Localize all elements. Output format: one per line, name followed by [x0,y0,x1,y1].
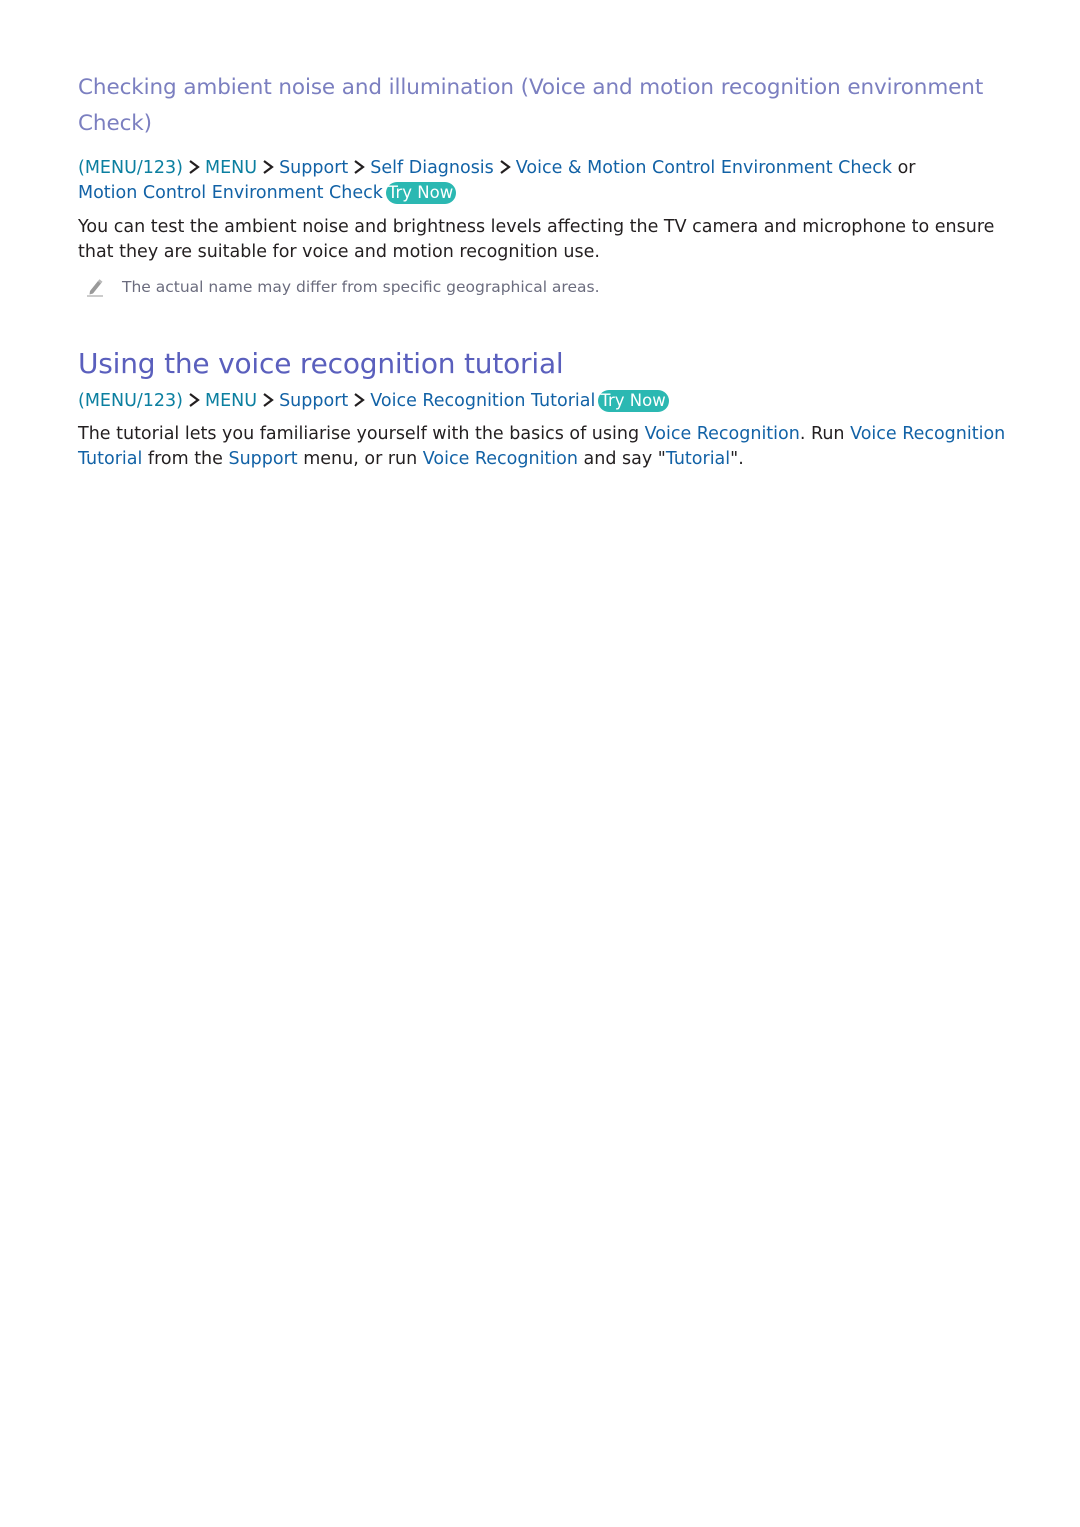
pencil-icon [85,277,105,297]
chevron-right-icon [498,159,512,175]
voice-recognition-link[interactable]: Voice Recognition [423,449,578,469]
self-diagnosis-link[interactable]: Self Diagnosis [370,158,494,178]
voice-recognition-tutorial-link[interactable]: Voice Recognition Tutorial [370,391,595,411]
menu-path-voice-tutorial: (MENU/123) MENU Support Voice Recognition T… [78,389,1008,414]
support-link[interactable]: Support [279,158,348,178]
chevron-right-icon [187,159,201,175]
description-text: and say " [577,449,666,469]
menu-123-button[interactable]: (MENU/123) [78,391,183,411]
menu-link[interactable]: MENU [205,158,257,178]
voice-motion-environment-check-link[interactable]: Voice & Motion Control Environment Check [516,158,892,178]
chevron-right-icon [261,392,275,408]
chevron-right-icon [352,392,366,408]
description-text: . Run [799,424,851,444]
menu-link[interactable]: MENU [205,391,257,411]
description-text: from the [142,449,229,469]
motion-control-environment-check-link[interactable]: Motion Control Environment Check [78,183,383,203]
description-text: The tutorial lets you familiarise yourse… [78,424,645,444]
chevron-right-icon [352,159,366,175]
note: The actual name may differ from specific… [78,275,600,299]
try-now-button[interactable]: Try Now [598,390,669,412]
tutorial-keyword: Tutorial [665,449,731,469]
chevron-right-icon [187,392,201,408]
environment-check-description: You can test the ambient noise and brigh… [78,217,995,262]
section-subheading: Checking ambient noise and illumination … [78,75,984,136]
chevron-right-icon [261,159,275,175]
section-heading: Using the voice recognition tutorial [78,347,564,380]
try-now-button[interactable]: Try Now [385,182,457,204]
note-text: The actual name may differ from specific… [122,278,600,296]
tutorial-description: The tutorial lets you familiarise yourse… [78,422,1008,472]
voice-recognition-link[interactable]: Voice Recognition [645,424,800,444]
description-text: menu, or run [297,449,423,469]
menu-123-button[interactable]: (MENU/123) [78,158,183,178]
menu-path-environment-check: (MENU/123) MENU Support Self Diagnosis Voice… [78,156,1008,206]
support-link[interactable]: Support [279,391,348,411]
or-text: or [892,158,916,178]
description-text: ". [730,449,744,469]
support-link[interactable]: Support [228,449,297,469]
